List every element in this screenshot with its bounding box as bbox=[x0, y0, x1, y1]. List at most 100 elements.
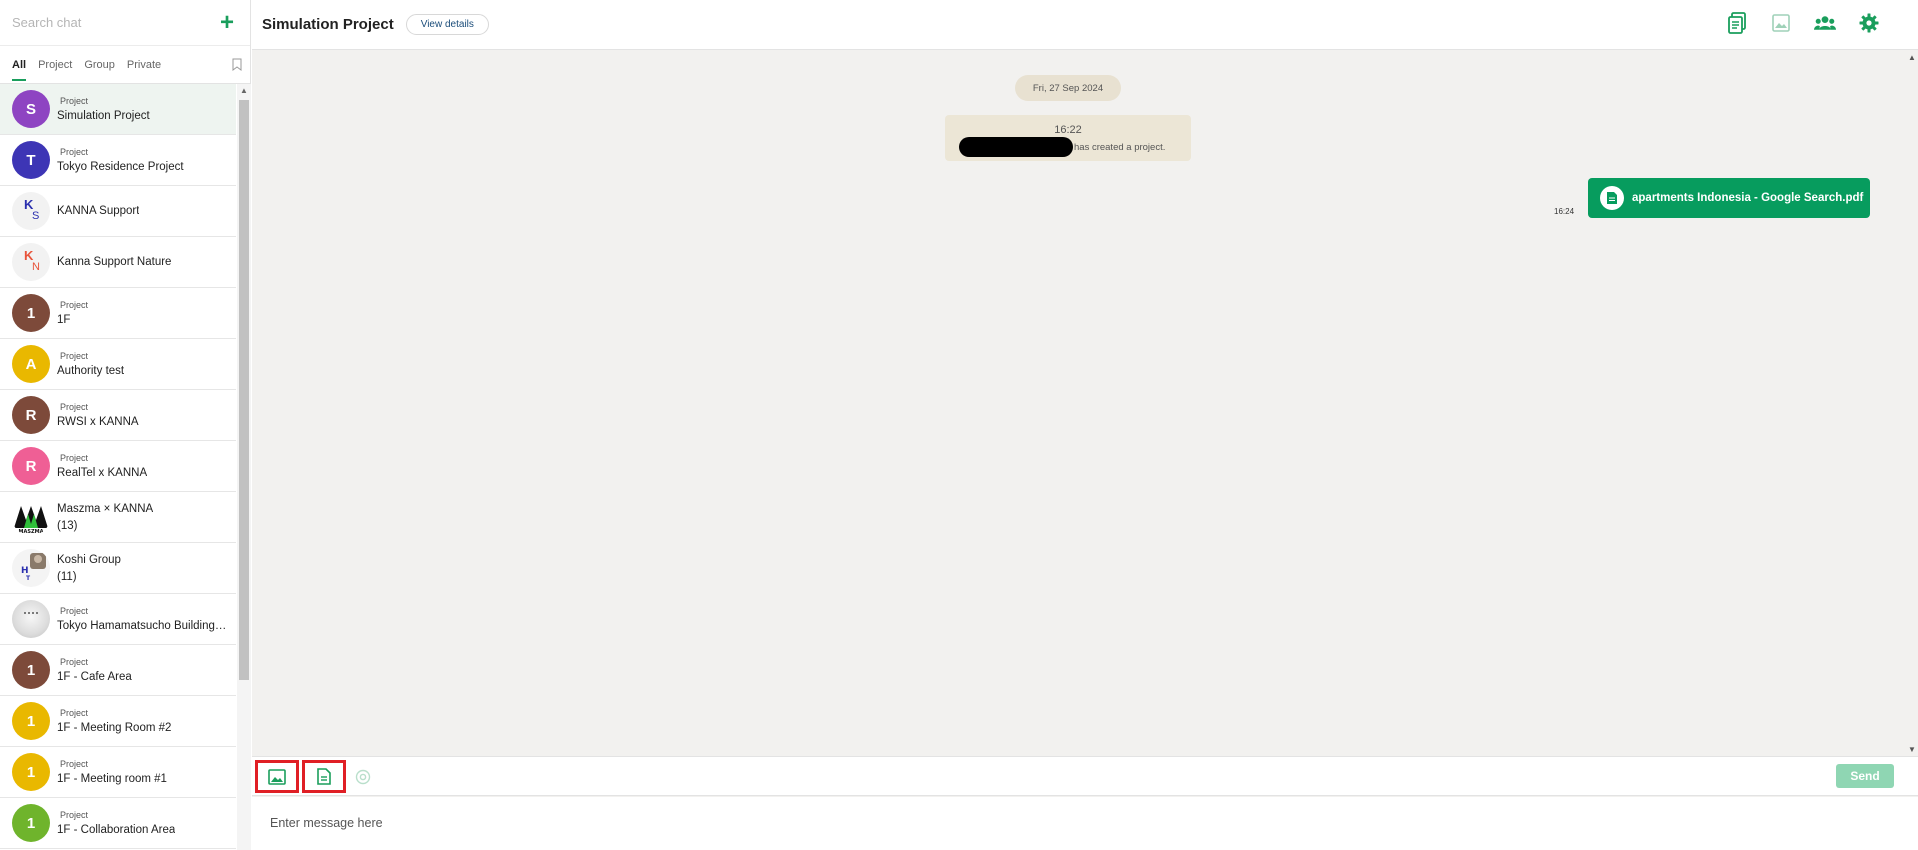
filter-tab-private[interactable]: Private bbox=[127, 53, 161, 77]
chat-item-tokyo-hamamatsucho-building[interactable]: Project Tokyo Hamamatsucho Building ... bbox=[0, 594, 236, 645]
chat-tag: Project bbox=[60, 96, 89, 106]
image-icon bbox=[268, 768, 286, 785]
chat-name: 1F bbox=[57, 314, 71, 326]
system-message-text: has created a project. bbox=[1074, 142, 1166, 153]
chat-name: KANNA Support bbox=[57, 205, 140, 217]
chat-text: Project RWSI x KANNA bbox=[57, 402, 139, 428]
chat-text: Project 1F - Meeting room #1 bbox=[57, 759, 167, 785]
filter-tab-project[interactable]: Project bbox=[38, 53, 72, 77]
chat-list-scrollbar[interactable]: ▲ bbox=[237, 84, 251, 850]
chat-item-koshi-group[interactable]: H T Koshi Group (11) bbox=[0, 543, 236, 594]
avatar: 1 bbox=[12, 804, 50, 842]
maszma-logo-icon: MASZMA bbox=[14, 506, 48, 535]
bookmark-icon[interactable] bbox=[232, 58, 242, 71]
chat-item-maszma-x-kanna[interactable]: MASZMA Maszma × KANNA (13) bbox=[0, 492, 236, 543]
chat-text: Project Simulation Project bbox=[57, 96, 150, 122]
chat-tag: Project bbox=[60, 147, 89, 157]
document-icon bbox=[317, 768, 331, 785]
chat-text: Project 1F - Collaboration Area bbox=[57, 810, 175, 836]
chat-text: Project 1F - Cafe Area bbox=[57, 657, 132, 683]
building-photo-icon bbox=[24, 612, 38, 614]
redacted-username bbox=[959, 137, 1073, 157]
chat-text: Project Tokyo Hamamatsucho Building ... bbox=[57, 606, 227, 632]
chat-text: Kanna Support Nature bbox=[57, 256, 171, 268]
chat-item-1f-cafe-area[interactable]: 1 Project 1F - Cafe Area bbox=[0, 645, 236, 696]
view-details-button[interactable]: View details bbox=[405, 14, 489, 35]
scroll-thumb[interactable] bbox=[239, 100, 249, 680]
filter-tab-all[interactable]: All bbox=[12, 53, 27, 81]
maszma-logo-avatar: MASZMA bbox=[12, 498, 50, 536]
avatar: S bbox=[12, 90, 50, 128]
send-button[interactable]: Send bbox=[1836, 764, 1894, 788]
chat-tag: Project bbox=[60, 351, 89, 361]
document-icon[interactable] bbox=[1726, 12, 1748, 34]
header-icons bbox=[1726, 12, 1880, 34]
app-window: + All Project Group Private S Project Si… bbox=[0, 0, 1918, 850]
chat-tag: Project bbox=[60, 708, 89, 718]
chat-name: 1F - Meeting room #1 bbox=[57, 773, 167, 785]
chat-filter-tabs: All Project Group Private bbox=[0, 46, 250, 84]
image-icon[interactable] bbox=[1770, 12, 1792, 34]
chat-name: RealTel x KANNA bbox=[57, 467, 148, 479]
avatar: 1 bbox=[12, 294, 50, 332]
message-input-area bbox=[252, 797, 1918, 850]
scroll-up-arrow-icon[interactable]: ▲ bbox=[240, 86, 248, 95]
avatar-letter: N bbox=[32, 261, 40, 273]
page-title: Simulation Project bbox=[262, 16, 394, 33]
chat-item-1f-meeting-room-2[interactable]: 1 Project 1F - Meeting Room #2 bbox=[0, 696, 236, 747]
chat-item-simulation-project[interactable]: S Project Simulation Project bbox=[0, 84, 236, 135]
avatar: R bbox=[12, 447, 50, 485]
chat-text: Koshi Group (11) bbox=[57, 554, 121, 583]
avatar: K S bbox=[12, 192, 50, 230]
chat-name: 1F - Meeting Room #2 bbox=[57, 722, 172, 734]
chat-item-1f[interactable]: 1 Project 1F bbox=[0, 288, 236, 339]
settings-icon[interactable] bbox=[1858, 12, 1880, 34]
new-chat-plus-icon[interactable]: + bbox=[216, 10, 238, 34]
message-timestamp: 16:24 bbox=[1554, 207, 1575, 216]
group-photo-icon: H T bbox=[21, 553, 46, 582]
avatar: K N bbox=[12, 243, 50, 281]
chat-text: Project RealTel x KANNA bbox=[57, 453, 147, 479]
file-name: apartments Indonesia - Google Search.pdf bbox=[1632, 192, 1864, 204]
search-chat-input[interactable] bbox=[12, 15, 216, 30]
chat-header: Simulation Project View details bbox=[252, 0, 1918, 50]
chat-name: 1F - Cafe Area bbox=[57, 671, 132, 683]
members-icon[interactable] bbox=[1814, 12, 1836, 34]
chat-item-tokyo-residence-project[interactable]: T Project Tokyo Residence Project bbox=[0, 135, 236, 186]
file-attachment-message[interactable]: apartments Indonesia - Google Search.pdf bbox=[1588, 178, 1870, 218]
scroll-up-arrow-icon[interactable]: ▲ bbox=[1908, 53, 1916, 62]
chat-item-kanna-support-nature[interactable]: K N Kanna Support Nature bbox=[0, 237, 236, 288]
svg-text:MASZMA: MASZMA bbox=[19, 529, 44, 535]
chat-item-authority-test[interactable]: A Project Authority test bbox=[0, 339, 236, 390]
date-separator: Fri, 27 Sep 2024 bbox=[1015, 75, 1121, 101]
filter-tab-group[interactable]: Group bbox=[84, 53, 115, 77]
system-message: 16:22 has created a project. bbox=[945, 115, 1191, 161]
svg-text:T: T bbox=[26, 575, 31, 582]
chat-text: Project Tokyo Residence Project bbox=[57, 147, 184, 173]
chat-member-count: (13) bbox=[57, 519, 78, 532]
chat-item-1f-collaboration-area[interactable]: 1 Project 1F - Collaboration Area bbox=[0, 798, 236, 849]
chat-tag: Project bbox=[60, 810, 89, 820]
message-scrollbar[interactable]: ▲ ▼ bbox=[1904, 51, 1918, 756]
avatar: 1 bbox=[12, 702, 50, 740]
chat-item-realtel-x-kanna[interactable]: R Project RealTel x KANNA bbox=[0, 441, 236, 492]
message-input[interactable] bbox=[270, 811, 1070, 835]
chat-tag: Project bbox=[60, 453, 89, 463]
chat-item-rwsi-x-kanna[interactable]: R Project RWSI x KANNA bbox=[0, 390, 236, 441]
chat-tag: Project bbox=[60, 402, 89, 412]
chat-item-1f-meeting-room-1[interactable]: 1 Project 1F - Meeting room #1 bbox=[0, 747, 236, 798]
chat-name: Kanna Support Nature bbox=[57, 256, 172, 268]
chat-text: KANNA Support bbox=[57, 205, 139, 217]
koshi-group-avatar: H T bbox=[12, 549, 50, 587]
attach-image-button[interactable] bbox=[255, 760, 299, 793]
attach-document-button[interactable] bbox=[302, 760, 346, 793]
avatar: 1 bbox=[12, 753, 50, 791]
avatar: 1 bbox=[12, 651, 50, 689]
message-area: Fri, 27 Sep 2024 16:22 has created a pro… bbox=[252, 51, 1904, 756]
mention-icon[interactable] bbox=[355, 769, 371, 785]
building-photo-avatar bbox=[12, 600, 50, 638]
chat-tag: Project bbox=[60, 759, 89, 769]
chat-item-kanna-support[interactable]: K S KANNA Support bbox=[0, 186, 236, 237]
scroll-down-arrow-icon[interactable]: ▼ bbox=[1908, 745, 1916, 754]
chat-list-container: S Project Simulation Project T Project T… bbox=[0, 84, 251, 850]
